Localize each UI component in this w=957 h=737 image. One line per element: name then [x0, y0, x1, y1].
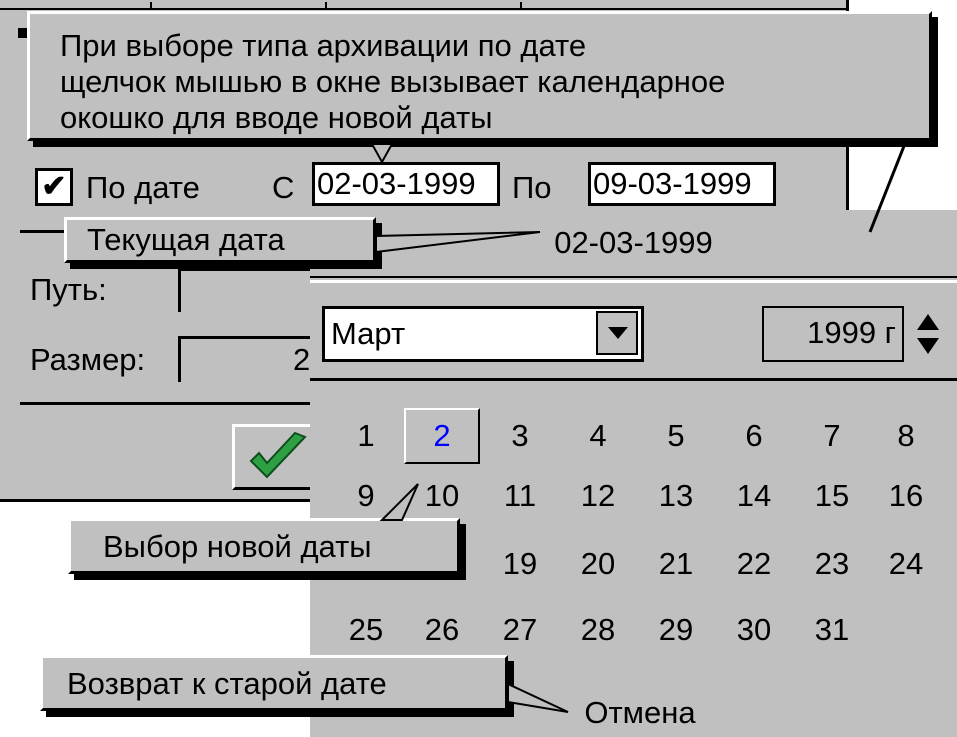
- ok-button[interactable]: [232, 424, 322, 490]
- calendar-day[interactable]: 22: [722, 540, 786, 588]
- calendar-day[interactable]: 19: [488, 540, 552, 588]
- spin-down-icon[interactable]: [917, 338, 939, 354]
- old-date-callout: Возврат к старой дате: [40, 655, 508, 711]
- calendar-current-date: 02-03-1999: [310, 210, 957, 278]
- archive-hint-callout: При выборе типа архивации по дате щелчок…: [27, 11, 932, 141]
- archive-hint-line: При выборе типа архивации по дате: [60, 28, 587, 63]
- spin-up-icon[interactable]: [917, 314, 939, 330]
- from-label: С: [272, 170, 295, 205]
- calendar-day[interactable]: 31: [800, 606, 864, 654]
- calendar-day[interactable]: 13: [644, 472, 708, 520]
- dialog-divider-lower: [20, 402, 320, 405]
- calendar-day[interactable]: 23: [800, 540, 864, 588]
- to-date-field[interactable]: 09-03-1999: [588, 162, 776, 206]
- calendar-day[interactable]: 10: [410, 472, 474, 520]
- chevron-down-icon[interactable]: [596, 311, 638, 355]
- calendar-day-selected[interactable]: 2: [404, 408, 480, 464]
- year-spinner[interactable]: [912, 312, 944, 358]
- calendar-day[interactable]: 1: [334, 412, 398, 460]
- to-label: По: [512, 170, 552, 205]
- calendar-day[interactable]: 3: [488, 412, 552, 460]
- calendar-day[interactable]: 26: [410, 606, 474, 654]
- calendar-day[interactable]: 14: [722, 472, 786, 520]
- archive-hint-line: щелчок мышью в окне вызывает календарное: [60, 64, 726, 99]
- calendar-day[interactable]: 16: [874, 472, 938, 520]
- calendar-day[interactable]: 12: [566, 472, 630, 520]
- calendar-day[interactable]: 7: [800, 412, 864, 460]
- checkmark-icon: [249, 431, 307, 479]
- calendar-day[interactable]: 11: [488, 472, 552, 520]
- by-date-label: По дате: [86, 170, 200, 205]
- size-field: 2: [178, 336, 318, 382]
- calendar-day[interactable]: 5: [644, 412, 708, 460]
- calendar-day[interactable]: 15: [800, 472, 864, 520]
- calendar-day[interactable]: 28: [566, 606, 630, 654]
- current-date-callout: Текущая дата: [64, 217, 376, 263]
- dialog-top-border: [0, 2, 849, 10]
- calendar-day[interactable]: 24: [874, 540, 938, 588]
- calendar-day[interactable]: 6: [722, 412, 786, 460]
- archive-hint-line: окошко для вводе новой даты: [60, 100, 493, 135]
- year-field[interactable]: 1999 г: [762, 306, 904, 362]
- calendar-grid-divider: [310, 378, 957, 381]
- from-date-field[interactable]: 02-03-1999: [312, 162, 500, 206]
- calendar-separator: [310, 280, 957, 283]
- calendar-day[interactable]: 8: [874, 412, 938, 460]
- calendar-day[interactable]: 9: [334, 472, 398, 520]
- calendar-day[interactable]: 4: [566, 412, 630, 460]
- cancel-button[interactable]: Отмена: [540, 690, 740, 736]
- calendar-day[interactable]: 27: [488, 606, 552, 654]
- path-field[interactable]: [178, 268, 318, 312]
- new-date-callout: Выбор новой даты: [68, 518, 460, 574]
- calendar-day[interactable]: 29: [644, 606, 708, 654]
- calendar-day[interactable]: 25: [334, 606, 398, 654]
- path-label: Путь:: [30, 272, 107, 307]
- calendar-day[interactable]: 30: [722, 606, 786, 654]
- by-date-checkbox[interactable]: ✔: [35, 168, 73, 206]
- calendar-day[interactable]: 21: [644, 540, 708, 588]
- size-label: Размер:: [30, 342, 146, 377]
- calendar-day[interactable]: 20: [566, 540, 630, 588]
